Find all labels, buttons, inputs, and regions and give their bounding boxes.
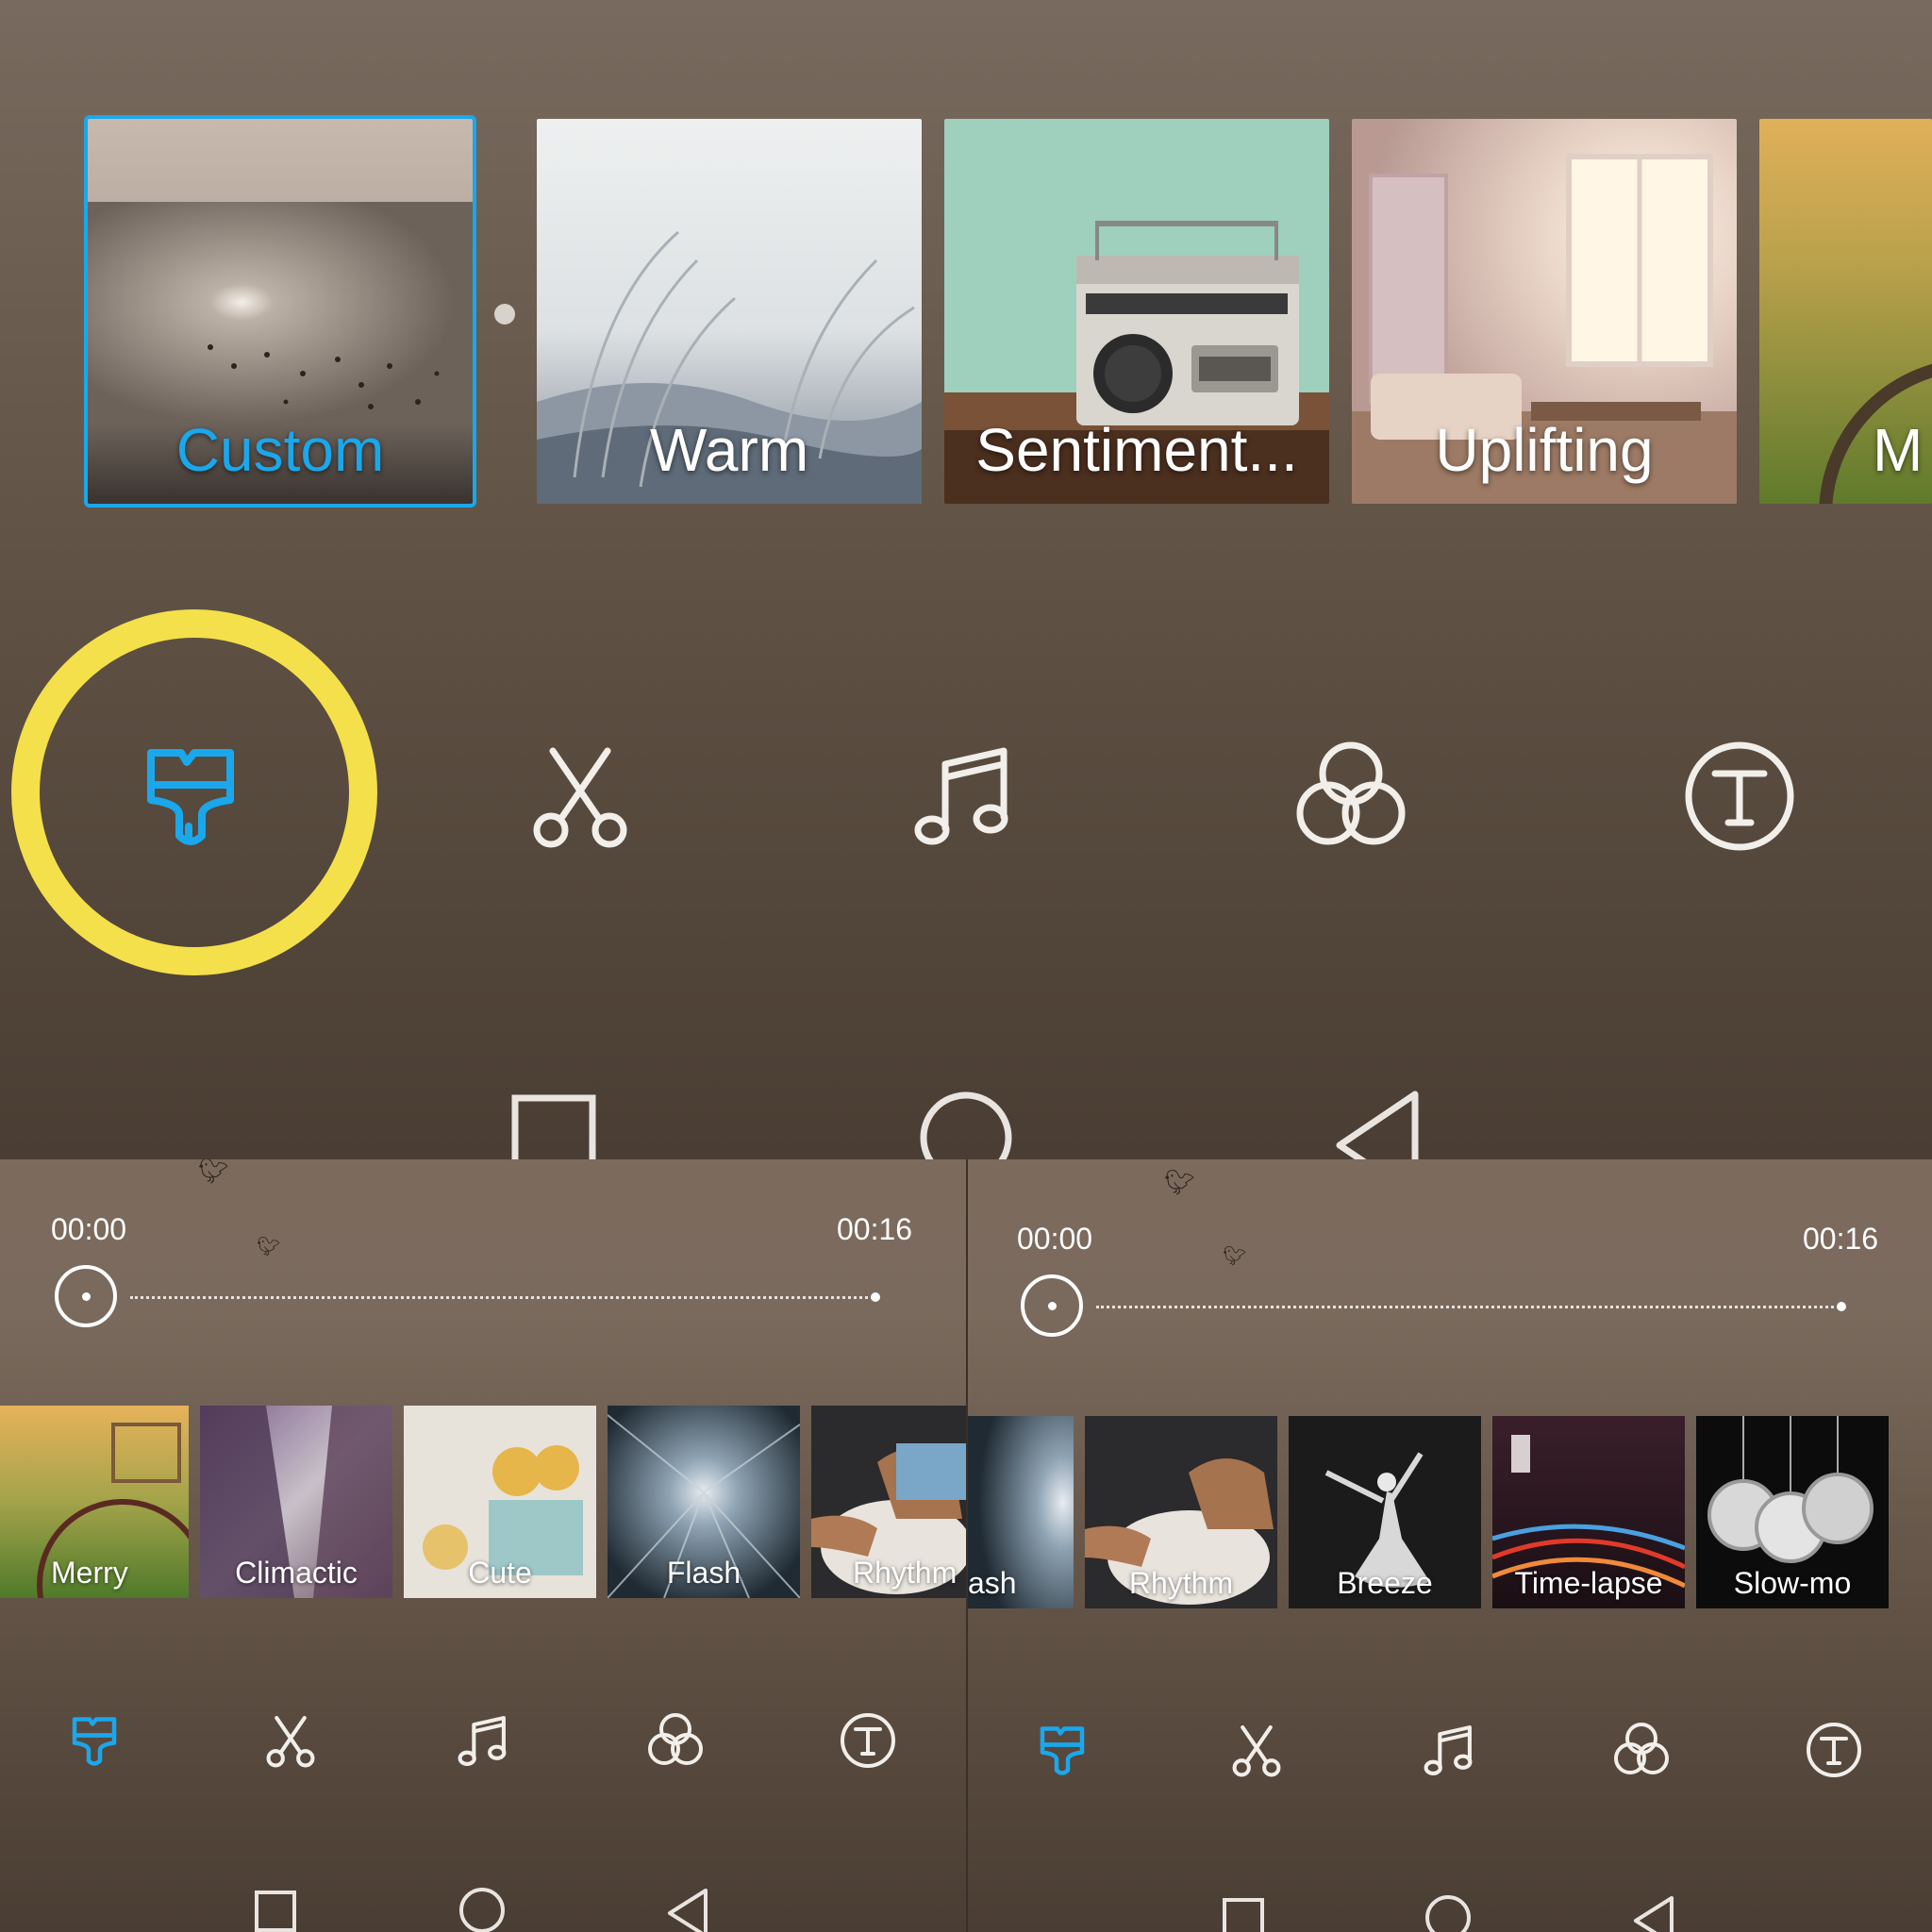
music-style-merry[interactable]: Merry	[0, 1406, 189, 1598]
theme-card-sentimental[interactable]: Sentiment...	[944, 119, 1329, 504]
music-style-label: Merry	[51, 1556, 128, 1590]
video-editor-theme-panel: Custom Warm Sentiment... Uplifting M	[0, 0, 1932, 1159]
music-style-rhythm[interactable]: Rhythm	[1085, 1416, 1277, 1608]
bird-silhouette: 🐦︎	[257, 1235, 281, 1257]
recents-square-icon[interactable]	[1223, 1898, 1264, 1932]
recents-square-icon[interactable]	[511, 1094, 596, 1159]
filter-circles-icon[interactable]	[647, 1712, 704, 1769]
text-t-icon[interactable]	[1806, 1722, 1862, 1778]
timeline-end-marker	[1837, 1302, 1846, 1311]
music-style-label: Time-lapse	[1514, 1566, 1663, 1600]
music-style-panel-right: 🐦︎ 🐦︎ 00:00 00:16 ash Rhythm Breeze Time…	[968, 1159, 1932, 1932]
home-circle-icon[interactable]	[1424, 1894, 1472, 1932]
text-t-icon[interactable]	[1683, 740, 1796, 853]
music-style-label: Breeze	[1337, 1566, 1433, 1600]
music-style-flash[interactable]: Flash	[608, 1406, 800, 1598]
theme-card-custom[interactable]: Custom	[84, 115, 476, 508]
home-circle-icon[interactable]	[919, 1091, 1013, 1159]
music-style-panel-left: 🐦︎ 🐦︎ 00:00 00:16 Merry Climactic Cute F…	[0, 1159, 966, 1932]
theme-brush-icon[interactable]	[1040, 1724, 1087, 1777]
theme-card-m[interactable]: M	[1759, 119, 1932, 504]
selected-indicator-dot	[494, 304, 515, 325]
bird-silhouette: 🐦︎	[1223, 1244, 1247, 1267]
music-style-time-lapse[interactable]: Time-lapse	[1492, 1416, 1685, 1608]
home-circle-icon[interactable]	[458, 1887, 506, 1932]
music-style-cute[interactable]: Cute	[404, 1406, 596, 1598]
music-style-label: Slow-mo	[1733, 1566, 1852, 1600]
music-style-slow-mo[interactable]: Slow-mo	[1696, 1416, 1889, 1608]
bird-silhouette: 🐦︎	[1164, 1169, 1196, 1197]
playhead-knob[interactable]	[1021, 1274, 1083, 1337]
scissors-icon[interactable]	[528, 745, 632, 849]
music-style-label: Flash	[666, 1556, 741, 1590]
recents-square-icon[interactable]	[255, 1890, 296, 1932]
theme-brush-icon[interactable]	[72, 1715, 119, 1768]
theme-brush-icon[interactable]	[145, 745, 240, 849]
back-triangle-icon[interactable]	[666, 1887, 709, 1932]
theme-label: Warm	[649, 416, 809, 484]
music-style-rhythm[interactable]: Rhythm	[811, 1406, 966, 1598]
music-style-label: Rhythm	[1128, 1566, 1234, 1600]
scissors-icon[interactable]	[264, 1715, 317, 1768]
theme-card-warm[interactable]: Warm	[537, 119, 922, 504]
time-end: 00:16	[837, 1212, 913, 1246]
timeline-end-marker	[871, 1292, 880, 1302]
music-style-flash-partial[interactable]: ash	[968, 1416, 1074, 1608]
music-style-label: Rhythm	[853, 1556, 958, 1590]
time-start: 00:00	[1017, 1222, 1093, 1256]
playhead-knob[interactable]	[55, 1265, 117, 1327]
bird-silhouette: 🐦︎	[198, 1159, 230, 1186]
filter-circles-icon[interactable]	[1294, 740, 1407, 853]
theme-label: Sentiment...	[975, 416, 1298, 484]
music-style-label: Climactic	[235, 1556, 358, 1590]
timeline-track[interactable]	[1096, 1306, 1840, 1308]
music-style-label: ash	[968, 1566, 1017, 1600]
theme-label: Uplifting	[1435, 416, 1654, 484]
filter-circles-icon[interactable]	[1613, 1722, 1670, 1778]
back-triangle-icon[interactable]	[1332, 1091, 1423, 1159]
theme-label: M	[1873, 416, 1924, 484]
back-triangle-icon[interactable]	[1632, 1894, 1675, 1932]
music-style-climactic[interactable]: Climactic	[200, 1406, 392, 1598]
music-note-icon[interactable]	[1423, 1724, 1475, 1777]
scissors-icon[interactable]	[1230, 1724, 1283, 1777]
music-style-breeze[interactable]: Breeze	[1289, 1416, 1481, 1608]
timeline-track[interactable]	[130, 1296, 874, 1299]
music-style-label: Cute	[468, 1556, 532, 1590]
theme-card-uplifting[interactable]: Uplifting	[1352, 119, 1737, 504]
music-note-icon[interactable]	[457, 1715, 509, 1768]
music-note-icon[interactable]	[911, 745, 1015, 849]
text-t-icon[interactable]	[840, 1712, 896, 1769]
theme-label: Custom	[175, 416, 385, 484]
time-start: 00:00	[51, 1212, 127, 1246]
time-end: 00:16	[1803, 1222, 1879, 1256]
